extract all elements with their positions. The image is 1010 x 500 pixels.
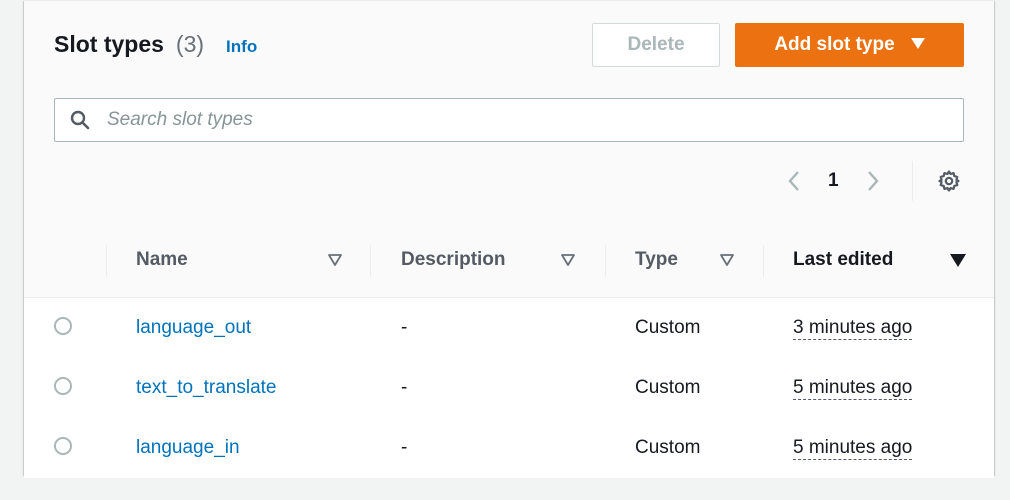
sort-descending-icon[interactable]	[950, 252, 966, 268]
column-divider	[370, 245, 371, 277]
slot-type-name-link[interactable]: text_to_translate	[136, 358, 276, 418]
last-edited-value: 5 minutes ago	[793, 436, 913, 460]
last-edited-cell: 5 minutes ago	[793, 418, 913, 478]
caret-down-icon	[910, 37, 925, 54]
column-header-description[interactable]: Description	[401, 223, 506, 297]
row-radio[interactable]	[54, 437, 72, 455]
table-row[interactable]: language_in - Custom 5 minutes ago	[24, 418, 994, 478]
slot-type-name-link[interactable]: language_out	[136, 298, 251, 358]
description-cell: -	[401, 437, 408, 458]
pager-divider	[912, 161, 913, 201]
delete-button-label: Delete	[627, 34, 685, 55]
column-divider	[106, 245, 107, 277]
search-icon	[69, 109, 91, 131]
pagination: 1	[784, 161, 913, 201]
slot-type-name-link[interactable]: language_in	[136, 418, 240, 478]
table-row[interactable]: language_out - Custom 3 minutes ago	[24, 298, 994, 359]
add-slot-type-label: Add slot type	[774, 34, 895, 55]
column-divider	[763, 245, 764, 277]
column-header-name[interactable]: Name	[136, 223, 188, 297]
row-radio[interactable]	[54, 317, 72, 335]
chevron-left-icon[interactable]	[784, 169, 804, 193]
last-edited-value: 3 minutes ago	[793, 316, 913, 340]
column-divider	[605, 245, 606, 277]
sort-icon[interactable]	[560, 252, 576, 268]
search-field[interactable]	[54, 98, 964, 142]
last-edited-cell: 5 minutes ago	[793, 358, 913, 418]
add-slot-type-button[interactable]: Add slot type	[735, 23, 964, 67]
type-cell: Custom	[635, 377, 701, 398]
column-header-label: Type	[635, 249, 678, 270]
description-cell: -	[401, 317, 408, 338]
last-edited-cell: 3 minutes ago	[793, 298, 913, 358]
info-link[interactable]: Info	[226, 37, 257, 57]
table-row[interactable]: text_to_translate - Custom 5 minutes ago	[24, 358, 994, 419]
panel-header: Slot types (3) Info Delete Add slot type	[24, 1, 994, 224]
title-row: Slot types (3) Info	[54, 31, 257, 58]
item-count: (3)	[175, 31, 205, 57]
type-cell: Custom	[635, 437, 701, 458]
search-input[interactable]	[105, 108, 929, 132]
chevron-right-icon[interactable]	[863, 169, 883, 193]
delete-button[interactable]: Delete	[592, 23, 720, 67]
sort-icon[interactable]	[719, 252, 735, 268]
description-cell: -	[401, 377, 408, 398]
last-edited-value: 5 minutes ago	[793, 376, 913, 400]
table-header: Name Description Type Last edited	[24, 223, 994, 298]
column-header-type[interactable]: Type	[635, 223, 678, 297]
column-header-label: Last edited	[793, 249, 894, 270]
type-cell: Custom	[635, 317, 701, 338]
gear-icon[interactable]	[936, 168, 962, 194]
page-number[interactable]: 1	[828, 170, 839, 192]
column-header-label: Name	[136, 249, 188, 270]
column-header-label: Description	[401, 249, 506, 270]
slot-types-panel: Slot types (3) Info Delete Add slot type	[24, 0, 994, 478]
sort-icon[interactable]	[327, 252, 343, 268]
page-title: Slot types	[54, 31, 164, 57]
row-radio[interactable]	[54, 377, 72, 395]
column-header-last-edited[interactable]: Last edited	[793, 223, 893, 297]
